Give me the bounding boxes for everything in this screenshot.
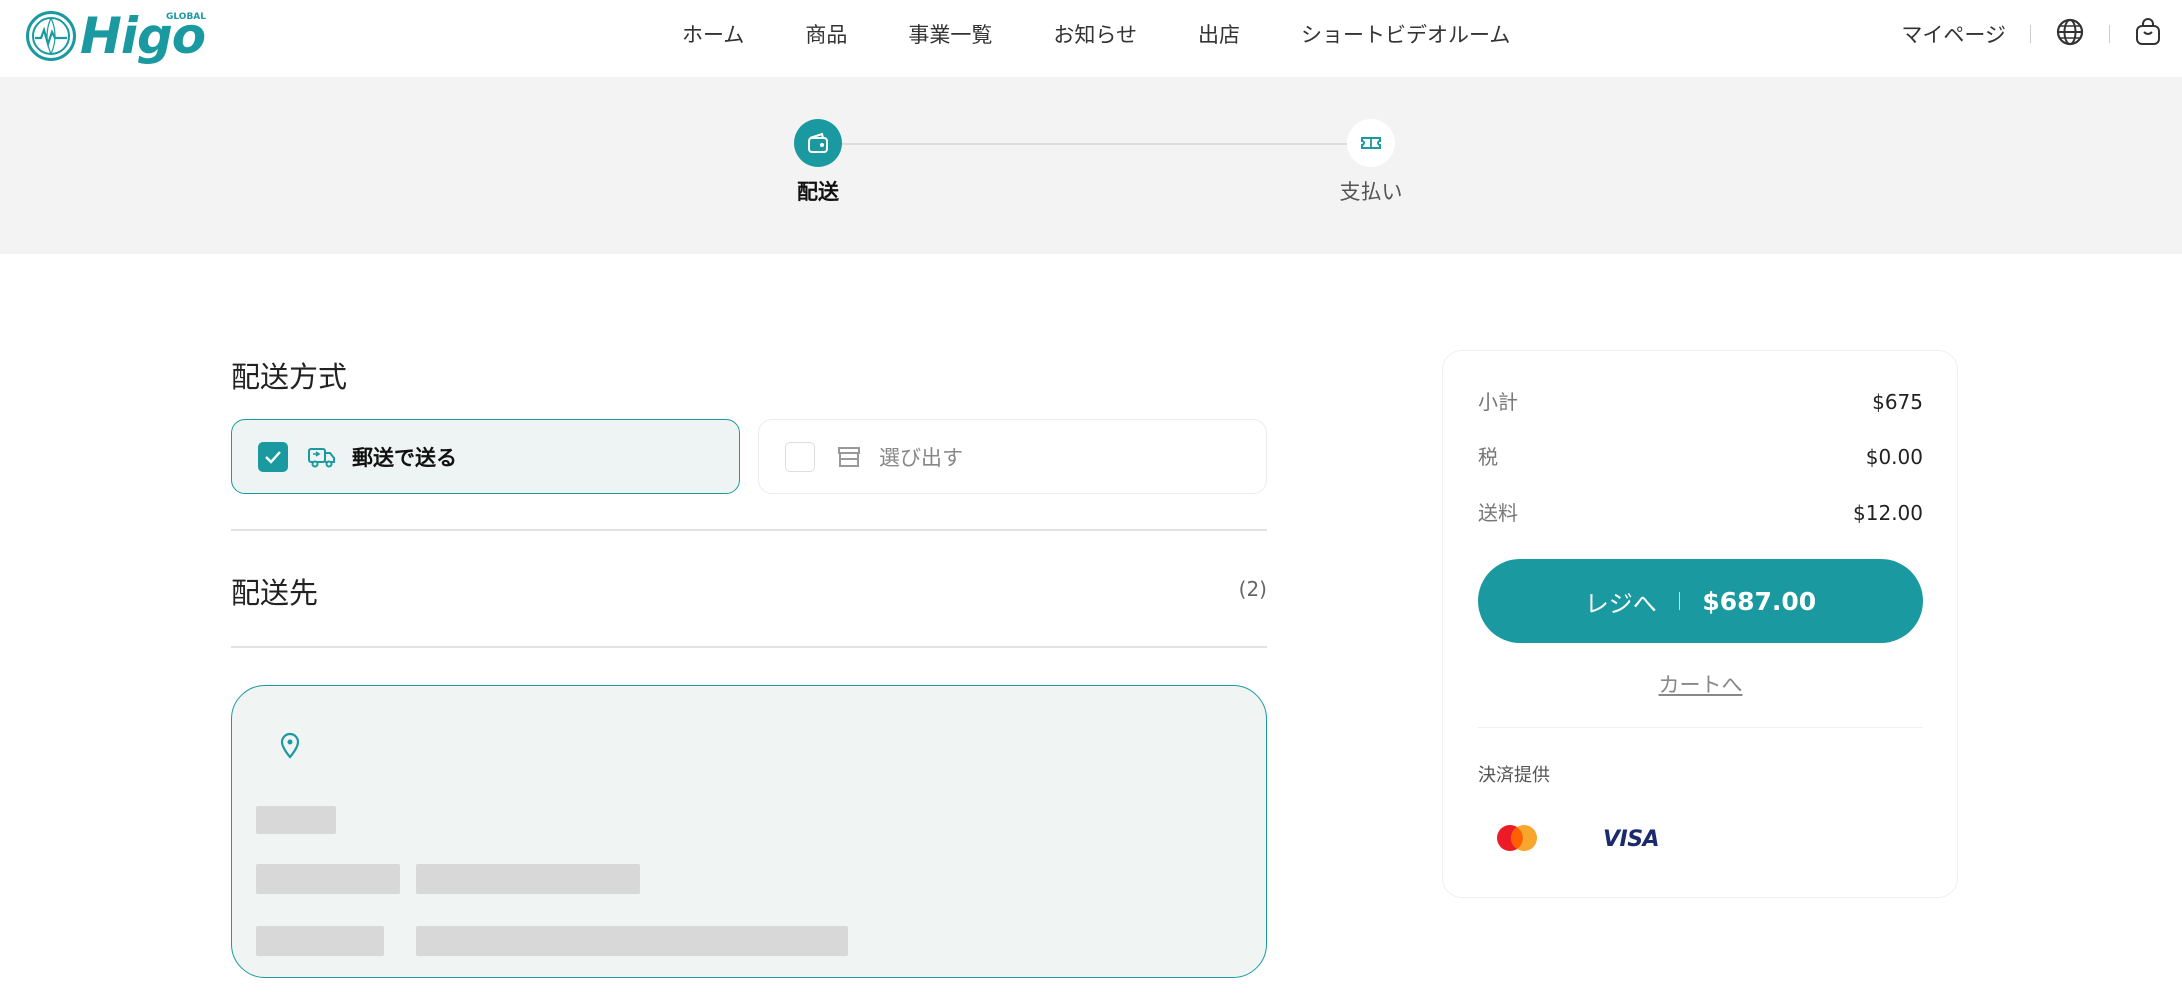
address-name-redacted [256,806,336,834]
option-mail-delivery[interactable]: 郵送で送る [231,419,740,494]
shipping-row: 送料 $12.00 [1478,500,1923,526]
address-card[interactable] [231,685,1267,978]
option-label: 選び出す [879,445,963,470]
wallet-icon [794,119,842,167]
store-icon [833,443,865,471]
mastercard-icon [1497,825,1537,851]
nav-home[interactable]: ホーム [682,20,744,50]
truck-icon [306,443,338,471]
nav-open-store[interactable]: 出店 [1198,20,1240,50]
nav-businesses[interactable]: 事業一覧 [908,20,992,50]
option-label: 郵送で送る [352,445,457,470]
section-divider [231,646,1267,648]
checkout-label: レジへ [1584,589,1657,618]
checkout-stepper: 配送 支払い [0,77,2182,254]
nav-short-video-room[interactable]: ショートビデオルーム [1301,20,1510,50]
site-header: Higo GLOBAL ホーム 商品 事業一覧 お知らせ 出店 ショートビデオル… [0,0,2182,77]
subtotal-value: $675 [1872,390,1923,414]
visa-icon: VISA [1603,827,1660,852]
checkout-button[interactable]: レジへ $687.00 [1478,559,1923,643]
back-to-cart-link[interactable]: カートへ [1478,669,1923,699]
payment-provider-label: 決済提供 [1478,765,1550,786]
nav-products[interactable]: 商品 [805,20,847,50]
header-actions: マイページ [1901,14,2162,54]
summary-divider [1478,727,1923,728]
header-divider [2030,25,2031,43]
globe-logo-icon [26,11,76,61]
tax-value: $0.00 [1865,445,1923,469]
shipping-value: $12.00 [1853,501,1923,525]
address-line-redacted [416,926,848,956]
address-line-redacted [256,926,384,956]
subtotal-label: 小計 [1478,390,1518,414]
logo[interactable]: Higo GLOBAL [26,10,207,62]
step-label: 支払い [1339,180,1403,204]
order-summary: 小計 $675 税 $0.00 送料 $12.00 レジへ $687.00 カー… [1442,350,1958,898]
section-divider [231,529,1267,531]
shopping-bag-icon[interactable] [2134,17,2162,51]
checkbox-unchecked[interactable] [785,441,815,472]
tax-label: 税 [1478,445,1498,469]
mypage-link[interactable]: マイページ [1901,19,2006,49]
ticket-icon [1347,119,1395,167]
step-label: 配送 [797,180,839,204]
shipping-label: 送料 [1478,501,1518,525]
nav-news[interactable]: お知らせ [1053,20,1137,50]
option-pickup[interactable]: 選び出す [758,419,1267,494]
globe-icon[interactable] [2055,17,2085,51]
address-line-redacted [416,864,640,894]
header-divider [2109,25,2110,43]
logo-subtext: GLOBAL [166,12,207,22]
checkout-total: $687.00 [1702,586,1817,616]
destination-title: 配送先 [231,576,319,610]
button-divider [1678,592,1681,610]
shipping-method-title: 配送方式 [231,360,348,394]
address-line-redacted [256,864,400,894]
tax-row: 税 $0.00 [1478,444,1923,470]
checkbox-checked[interactable] [258,441,288,472]
stepper-line [818,143,1371,145]
address-count: (2) [1238,577,1267,601]
subtotal-row: 小計 $675 [1478,389,1923,415]
location-pin-icon [278,731,302,765]
step-delivery[interactable]: 配送 [758,119,878,205]
step-payment[interactable]: 支払い [1311,119,1431,205]
main-nav: ホーム 商品 事業一覧 お知らせ 出店 ショートビデオルーム [682,20,1510,50]
